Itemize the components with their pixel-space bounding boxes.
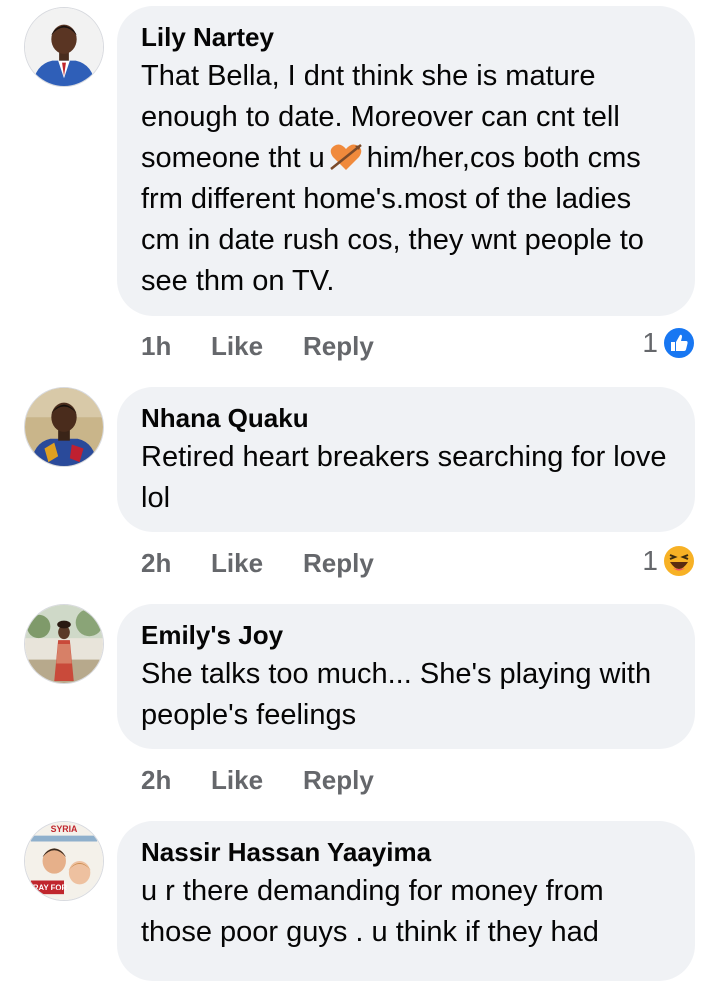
- comment-author[interactable]: Nassir Hassan Yaayima: [141, 835, 673, 869]
- avatar-lily-nartey[interactable]: [24, 7, 104, 87]
- reply-button[interactable]: Reply: [303, 548, 374, 579]
- comment-text: Retired heart breakers searching for lov…: [141, 441, 667, 514]
- comment-actions: 2h Like Reply: [141, 760, 374, 800]
- comment-actions: 1h Like Reply: [141, 326, 374, 366]
- like-button[interactable]: Like: [211, 548, 303, 579]
- comment-time[interactable]: 2h: [141, 765, 211, 796]
- avatar-emilys-joy[interactable]: [24, 604, 104, 684]
- comment-author[interactable]: Nhana Quaku: [141, 401, 673, 435]
- comment-text: That Bella, I dnt think she is mature en…: [141, 56, 673, 302]
- comment-actions: 2h Like Reply: [141, 543, 374, 583]
- reaction-count: 1: [642, 327, 658, 358]
- comment-bubble: Lily Nartey That Bella, I dnt think she …: [117, 6, 695, 316]
- haha-reaction-icon: [662, 544, 696, 578]
- avatar-text-bottom: PRAY FOR: [28, 883, 68, 892]
- avatar-text-top: SYRIA: [51, 824, 78, 834]
- comment-time[interactable]: 2h: [141, 548, 211, 579]
- heart-with-arrow-icon: [329, 142, 363, 172]
- reply-button[interactable]: Reply: [303, 331, 374, 362]
- like-button[interactable]: Like: [211, 765, 303, 796]
- comment-time[interactable]: 1h: [141, 331, 211, 362]
- avatar-nassir-hassan-yaayima[interactable]: SYRIA PRAY FOR: [24, 821, 104, 901]
- like-reaction-icon: [662, 326, 696, 360]
- comment-text: u r there demanding for money from those…: [141, 875, 604, 948]
- comment-author[interactable]: Lily Nartey: [141, 20, 673, 54]
- reaction-summary[interactable]: 1: [642, 541, 696, 581]
- reaction-count: 1: [642, 545, 658, 576]
- comment-bubble: Emily's Joy She talks too much... She's …: [117, 604, 695, 749]
- comment-bubble: Nhana Quaku Retired heart breakers searc…: [117, 387, 695, 532]
- like-button[interactable]: Like: [211, 331, 303, 362]
- comment-bubble: Nassir Hassan Yaayima u r there demandin…: [117, 821, 695, 981]
- reaction-summary[interactable]: 1: [642, 323, 696, 363]
- reply-button[interactable]: Reply: [303, 765, 374, 796]
- comment-author[interactable]: Emily's Joy: [141, 618, 673, 652]
- comment-text: She talks too much... She's playing with…: [141, 658, 652, 731]
- avatar-nhana-quaku[interactable]: [24, 387, 104, 467]
